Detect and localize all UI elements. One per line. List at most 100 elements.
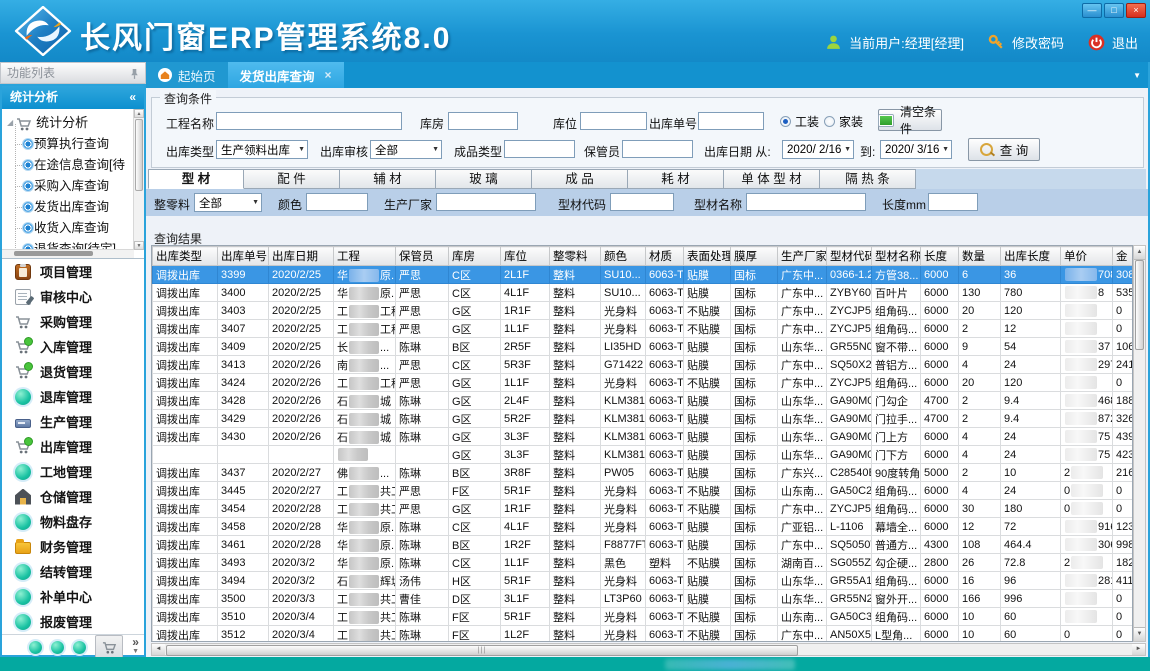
date-from-picker[interactable]: 2020/ 2/16▼ [782,140,854,159]
sidebar-item[interactable]: 报废管理 [2,609,144,634]
cart-button[interactable] [95,635,123,659]
radio-jiazhuang[interactable]: 家装 [824,113,863,130]
scroll-up-icon[interactable]: ▲ [134,109,144,118]
table-row[interactable]: 调拨出库34942020/3/2石辉城汤伟H区5R1F整料光身料6063-T5贴… [153,572,1134,590]
column-header[interactable]: 型材名称 [872,247,921,266]
table-row[interactable]: 调拨出库34072020/2/25工工程严思G区1L1F整料光身料6063-T5… [153,320,1134,338]
scroll-down-icon[interactable]: ▼ [134,241,144,250]
table-row[interactable]: 调拨出库34092020/2/25长...陈琳B区2R5F整料LI35HD606… [153,338,1134,356]
length-input[interactable] [928,193,978,211]
scroll-down-icon[interactable]: ▼ [1134,627,1145,641]
collapse-icon[interactable]: « [129,86,136,109]
teal-circle-icon[interactable] [73,641,86,654]
scroll-right-icon[interactable]: ► [1132,644,1145,655]
material-tab[interactable]: 隔 热 条 [820,169,916,189]
section-header-stats[interactable]: 统计分析 « [2,86,144,109]
tree-root-stats[interactable]: ◢ 统计分析 [7,112,144,134]
column-header[interactable]: 数量 [959,247,1001,266]
sidebar-item[interactable]: 采购管理 [2,309,144,334]
table-row[interactable]: 调拨出库34582020/2/28华原...陈琳C区4L1F整料光身料6063-… [153,518,1134,536]
color-input[interactable] [306,193,368,211]
overflow-chevron[interactable]: »▼ [132,637,139,657]
logout-link[interactable]: 退出 [1112,33,1138,52]
warehouse-input[interactable] [448,112,518,130]
column-header[interactable]: 出库类型 [153,247,218,266]
column-header[interactable]: 库房 [449,247,501,266]
table-row[interactable]: 调拨出库34612020/2/28华原...陈琳B区1R2F整料F8877FT6… [153,536,1134,554]
table-row[interactable]: 调拨出库34302020/2/26石城陈琳G区3L3F整料KLM38176063… [153,428,1134,446]
date-to-picker[interactable]: 2020/ 3/16▼ [880,140,952,159]
column-header[interactable]: 整零料 [550,247,601,266]
sidebar-item[interactable]: 项目管理 [2,259,144,284]
sidebar-item[interactable]: 工地管理 [2,459,144,484]
teal-circle-icon[interactable] [51,641,64,654]
factory-input[interactable] [436,193,536,211]
sidebar-item[interactable]: 生产管理 [2,409,144,434]
table-row[interactable]: 调拨出库34282020/2/26石城陈琳G区2L4F整料KLM38176063… [153,392,1134,410]
material-tab[interactable]: 单 体 型 材 [724,169,820,189]
table-row[interactable]: 调拨出库34242020/2/26工工程严思G区1L1F整料光身料6063-T5… [153,374,1134,392]
sidebar-item[interactable]: 退货管理 [2,359,144,384]
scroll-up-icon[interactable]: ▲ [1134,246,1145,260]
audit-select[interactable]: 全部▼ [370,140,442,159]
table-vertical-scrollbar[interactable]: ▲ ▼ [1133,245,1146,642]
zhengliao-select[interactable]: 全部▼ [194,193,262,212]
name-input[interactable] [746,193,866,211]
sidebar-item[interactable]: 补单中心 [2,584,144,609]
column-header[interactable]: 单价 [1061,247,1113,266]
sidebar-item[interactable]: 审核中心 [2,284,144,309]
column-header[interactable]: 生产厂家 [778,247,827,266]
table-row[interactable]: 调拨出库34292020/2/26石城陈琳G区5R2F整料KLM38176063… [153,410,1134,428]
material-tab[interactable]: 成 品 [532,169,628,189]
project-name-input[interactable] [216,112,402,130]
table-row[interactable]: G区3L3F整料KLM38176063-T5贴膜国标山东华...GA90M09.… [153,446,1134,464]
order-no-input[interactable] [698,112,764,130]
material-tab[interactable]: 型 材 [148,169,244,189]
tree-item[interactable]: 发货出库查询 [7,197,144,218]
sidebar-item[interactable]: 入库管理 [2,334,144,359]
minimize-button[interactable]: — [1082,3,1102,18]
material-tab[interactable]: 配 件 [244,169,340,189]
tab-shipment-query[interactable]: 发货出库查询 × [228,62,344,88]
tab-home[interactable]: 起始页 [146,62,228,88]
close-button[interactable]: × [1126,3,1146,18]
tree-item[interactable]: 在途信息查询[待 [7,155,144,176]
tree-item[interactable]: 收货入库查询 [7,218,144,239]
scroll-thumb[interactable] [14,251,93,256]
material-tab[interactable]: 耗 材 [628,169,724,189]
clear-conditions-button[interactable]: 清空条件 [878,109,942,131]
search-button[interactable]: 查 询 [968,138,1040,161]
table-row[interactable]: 调拨出库34032020/2/25工工程严思G区1R1F整料光身料6063-T5… [153,302,1134,320]
teal-circle-icon[interactable] [29,641,42,654]
material-tab[interactable]: 辅 材 [340,169,436,189]
column-header[interactable]: 颜色 [601,247,646,266]
tree-horizontal-scrollbar[interactable] [2,249,134,258]
column-header[interactable]: 材质 [646,247,684,266]
material-tab[interactable]: 玻 璃 [436,169,532,189]
location-input[interactable] [580,112,647,130]
sidebar-item[interactable]: 财务管理 [2,534,144,559]
code-input[interactable] [610,193,674,211]
sidebar-item[interactable]: 仓储管理 [2,484,144,509]
table-row[interactable]: 调拨出库35002020/3/3工共工程曹佳D区3L1F整料LT3P606063… [153,590,1134,608]
table-row[interactable]: 调拨出库35102020/3/4工共工程陈琳F区5R1F整料光身料6063-T5… [153,608,1134,626]
tab-close-icon[interactable]: × [325,68,332,82]
sidebar-item[interactable]: 结转管理 [2,559,144,584]
product-type-input[interactable] [504,140,575,158]
column-header[interactable]: 出库长度 [1001,247,1061,266]
scroll-thumb[interactable] [135,119,143,191]
column-header[interactable]: 库位 [501,247,550,266]
column-header[interactable]: 膜厚 [731,247,778,266]
change-password-link[interactable]: 修改密码 [1012,33,1064,52]
sidebar-item[interactable]: 物料盘存 [2,509,144,534]
table-row[interactable]: 调拨出库35122020/3/4工共工程陈琳F区1L2F整料光身料6063-T5… [153,626,1134,643]
column-header[interactable]: 型材代码 [827,247,872,266]
column-header[interactable]: 保管员 [396,247,449,266]
table-row[interactable]: 调拨出库34932020/3/2华原...陈琳C区1L1F整料黑色塑料不贴膜国标… [153,554,1134,572]
column-header[interactable]: 长度 [921,247,959,266]
tree-vertical-scrollbar[interactable]: ▲ ▼ [133,109,144,250]
column-header[interactable]: 工程 [334,247,396,266]
maximize-button[interactable]: □ [1104,3,1124,18]
twisty-icon[interactable]: ◢ [7,112,13,134]
table-row[interactable]: 调拨出库34372020/2/27佛...陈琳B区3R8F整料PW056063-… [153,464,1134,482]
